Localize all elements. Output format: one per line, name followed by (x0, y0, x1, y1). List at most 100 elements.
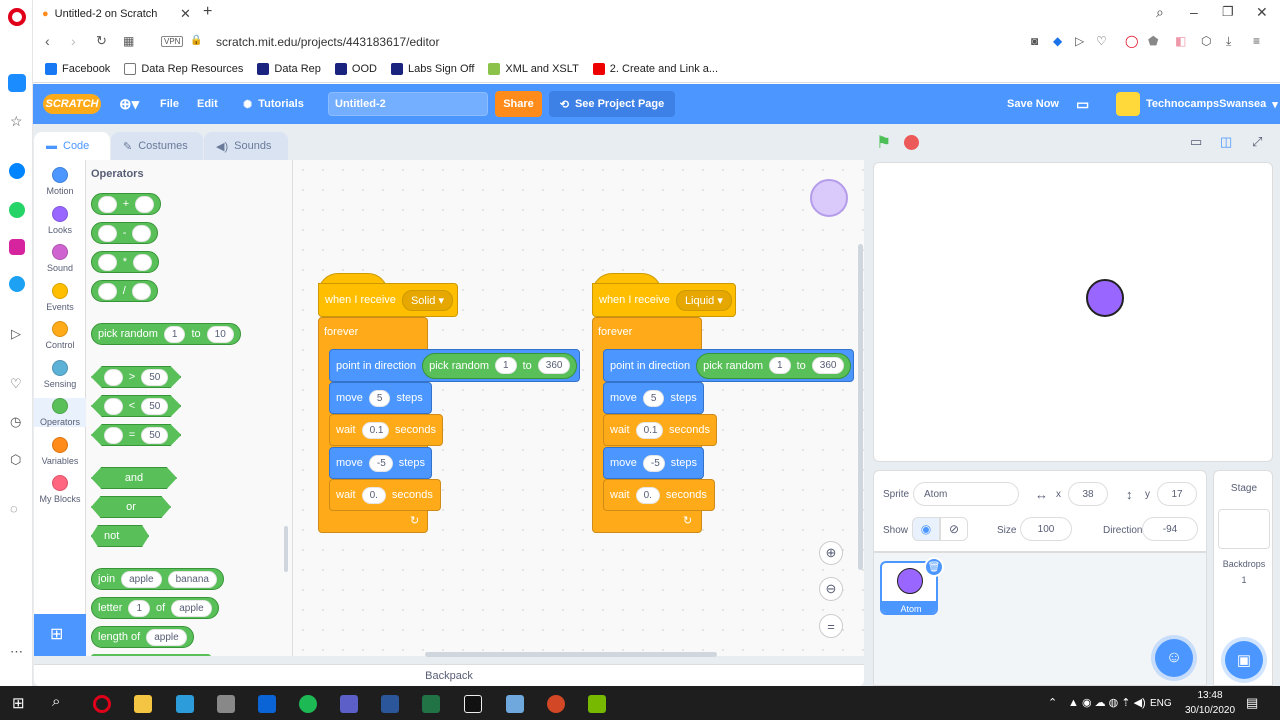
account-menu[interactable]: TechnocampsSwansea ▾ (1116, 84, 1278, 124)
tab-sounds[interactable]: ◀) Sounds (204, 132, 288, 160)
ext-cube-icon[interactable]: ⬡ (1201, 34, 1211, 48)
when-i-receive-block[interactable]: when I receive Solid ▾ (318, 283, 458, 317)
wait-seconds-block[interactable]: wait 0.1 seconds (603, 414, 717, 446)
pick-random-reporter[interactable]: pick random 1 to 360 (696, 352, 852, 379)
join-input-b[interactable]: banana (167, 570, 217, 588)
add-slot-b[interactable] (135, 195, 154, 213)
message-dropdown[interactable]: Solid ▾ (401, 289, 453, 311)
zoom-out-icon[interactable]: ⊖ (819, 577, 843, 601)
bookmark-xml-and-xslt[interactable]: XML and XSLT (488, 63, 579, 75)
category-operators[interactable]: Operators (34, 398, 86, 427)
div-slot-a[interactable] (98, 282, 117, 300)
equals-block[interactable]: = 50 (91, 424, 182, 446)
y-input[interactable]: 17 (1157, 482, 1197, 506)
search-icon[interactable]: ⌕ (1156, 4, 1164, 21)
category-control[interactable]: Control (34, 321, 86, 350)
pick-random-to-input[interactable]: 10 (206, 325, 234, 343)
not-block[interactable]: not (91, 525, 149, 547)
sub-slot-b[interactable] (132, 224, 152, 242)
url-field[interactable]: scratch.mit.edu/projects/443183617/edito… (216, 35, 439, 49)
intellij-icon[interactable] (464, 695, 482, 713)
move-steps-block[interactable]: move -5 steps (603, 447, 704, 479)
move-steps-input[interactable]: 5 (368, 389, 391, 407)
category-sensing[interactable]: Sensing (34, 360, 86, 389)
tabs-grid-icon[interactable]: ▦ (123, 34, 134, 48)
sprite-name-input[interactable]: Atom (913, 482, 1019, 506)
pick-random-from-input[interactable]: 1 (163, 325, 186, 343)
lt-slot-a[interactable] (104, 397, 123, 415)
app-icon[interactable] (176, 695, 194, 713)
search-icon[interactable]: ⌕ (52, 693, 60, 710)
bookmark-facebook[interactable]: Facebook (45, 63, 110, 75)
camera-icon[interactable] (217, 695, 235, 713)
multiply-block[interactable]: * (91, 251, 159, 273)
direction-input[interactable]: -94 (1142, 517, 1198, 541)
back-icon[interactable]: ‹ (45, 33, 50, 49)
x-input[interactable]: 38 (1068, 482, 1108, 506)
tray-icons[interactable]: ▲ ◉ ☁ ◍ ⇡ ◀) (1068, 696, 1146, 709)
category-variables[interactable]: Variables (34, 437, 86, 466)
or-block[interactable]: or (91, 496, 171, 518)
menu-icon[interactable]: ≡ (1253, 34, 1260, 48)
heart-icon[interactable]: ♡ (1096, 34, 1107, 48)
lightbulb-icon[interactable]: ◌ (10, 501, 18, 516)
shield-icon[interactable]: ◆ (1053, 34, 1062, 48)
length-of-block[interactable]: length of apple (91, 626, 194, 648)
history-icon[interactable]: ◷ (10, 414, 21, 430)
point-in-direction-block[interactable]: point in direction pick random 1 to 360 (603, 349, 854, 382)
gt-slot-b[interactable]: 50 (141, 368, 169, 386)
teams-icon[interactable] (340, 695, 358, 713)
divide-block[interactable]: / (91, 280, 158, 302)
tutorials-button[interactable]: ✺ Tutorials (243, 84, 304, 124)
point-in-direction-block[interactable]: point in direction pick random 1 to 360 (329, 349, 580, 382)
add-extension-button[interactable]: ⊞ (34, 614, 86, 656)
windows-start-icon[interactable]: ⊞ (12, 694, 25, 712)
close-tab-icon[interactable]: ✕ (180, 6, 191, 22)
twitter-icon[interactable] (9, 276, 25, 292)
random-from-input[interactable]: 1 (495, 357, 517, 374)
show-visible-icon[interactable]: ◉ (912, 517, 940, 541)
more-icon[interactable]: ⋯ (10, 644, 23, 660)
bookmark-data-rep[interactable]: Data Rep (257, 63, 321, 75)
category-looks[interactable]: Looks (34, 206, 86, 235)
partial-block[interactable] (91, 654, 211, 656)
notifications-icon[interactable]: ▤ (1246, 695, 1258, 711)
messenger-icon[interactable] (9, 163, 25, 179)
workspace-horizontal-scrollbar[interactable] (425, 652, 717, 657)
mul-slot-b[interactable] (133, 253, 152, 271)
clock-time[interactable]: 13:48 (1180, 690, 1240, 701)
camera-icon[interactable]: ◙ (1031, 34, 1038, 48)
browser-tab[interactable]: ● Untitled-2 on Scratch (36, 2, 199, 26)
edit-menu[interactable]: Edit (197, 84, 218, 124)
stage-target-pane[interactable]: Stage Backdrops 1 ▣ (1213, 470, 1273, 686)
move-steps-input[interactable]: 5 (642, 389, 665, 407)
stage-canvas[interactable] (873, 162, 1273, 462)
project-title-input[interactable]: Untitled-2 (328, 92, 488, 116)
size-input[interactable]: 100 (1020, 517, 1072, 541)
download-icon[interactable]: ⤓ (1226, 34, 1231, 49)
and-block[interactable]: and (91, 467, 177, 489)
new-tab-icon[interactable]: + (203, 3, 212, 21)
join-block[interactable]: join apple banana (91, 568, 224, 590)
category-my-blocks[interactable]: My Blocks (34, 475, 86, 504)
file-menu[interactable]: File (160, 84, 179, 124)
opera-taskbar-icon[interactable] (93, 695, 111, 713)
random-from-input[interactable]: 1 (769, 357, 791, 374)
mul-slot-a[interactable] (98, 253, 117, 271)
opera-logo-icon[interactable] (8, 8, 26, 26)
palette-scrollbar[interactable] (284, 526, 288, 572)
wait-seconds-input[interactable]: 0. (635, 486, 660, 504)
stop-icon[interactable] (904, 135, 919, 150)
sub-slot-a[interactable] (98, 224, 117, 242)
show-hidden-icon[interactable]: ⊘ (940, 517, 968, 541)
gt-slot-a[interactable] (104, 368, 123, 386)
large-stage-icon[interactable]: ◫ (1220, 134, 1232, 150)
choose-backdrop-icon[interactable]: ▣ (1225, 641, 1263, 679)
letter-index-input[interactable]: 1 (128, 599, 151, 617)
move-steps-block[interactable]: move 5 steps (603, 382, 704, 414)
wait-seconds-block[interactable]: wait 0. seconds (603, 479, 715, 511)
wait-seconds-block[interactable]: wait 0.1 seconds (329, 414, 443, 446)
bookmark-ood[interactable]: OOD (334, 63, 377, 75)
tray-chevron-icon[interactable]: ⌃ (1048, 696, 1057, 709)
category-sound[interactable]: Sound (34, 244, 86, 273)
